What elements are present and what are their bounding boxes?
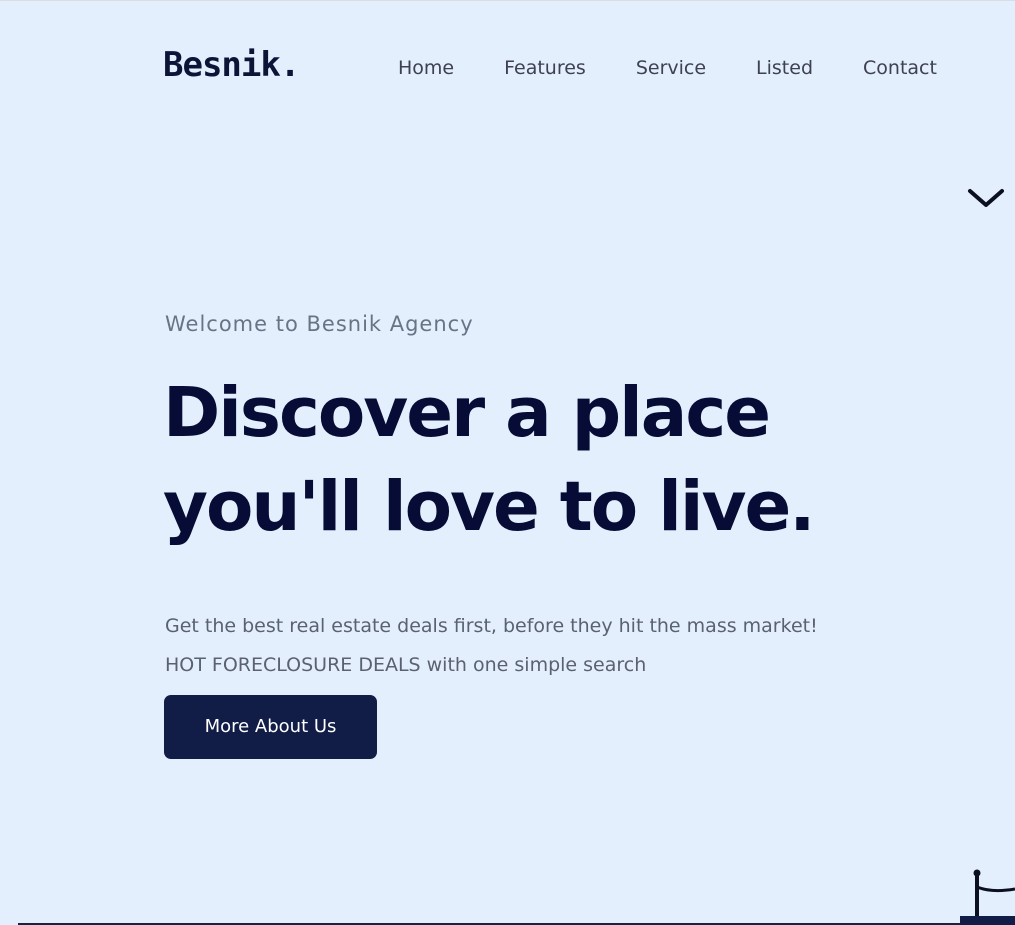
hero-description: Get the best real estate deals first, be… [165, 615, 818, 676]
chair-illustration-icon [960, 869, 1015, 925]
nav-contact[interactable]: Contact [863, 56, 937, 80]
nav-features[interactable]: Features [504, 56, 586, 80]
brand-logo[interactable]: Besnik. [163, 48, 300, 82]
hero-headline: Discover a place you'll love to live. [163, 366, 923, 554]
chevron-down-icon[interactable] [967, 186, 1005, 210]
landing-page: Besnik. Home Features Service Listed Con… [0, 0, 1015, 925]
main-nav: Home Features Service Listed Contact [398, 56, 937, 80]
hero-eyebrow: Welcome to Besnik Agency [165, 312, 474, 336]
nav-service[interactable]: Service [636, 56, 706, 80]
nav-home[interactable]: Home [398, 56, 454, 80]
hero-headline-line-2: you'll love to live. [163, 467, 816, 547]
hero-headline-line-1: Discover a place [163, 373, 771, 453]
more-about-us-button[interactable]: More About Us [164, 695, 377, 759]
nav-listed[interactable]: Listed [756, 56, 813, 80]
